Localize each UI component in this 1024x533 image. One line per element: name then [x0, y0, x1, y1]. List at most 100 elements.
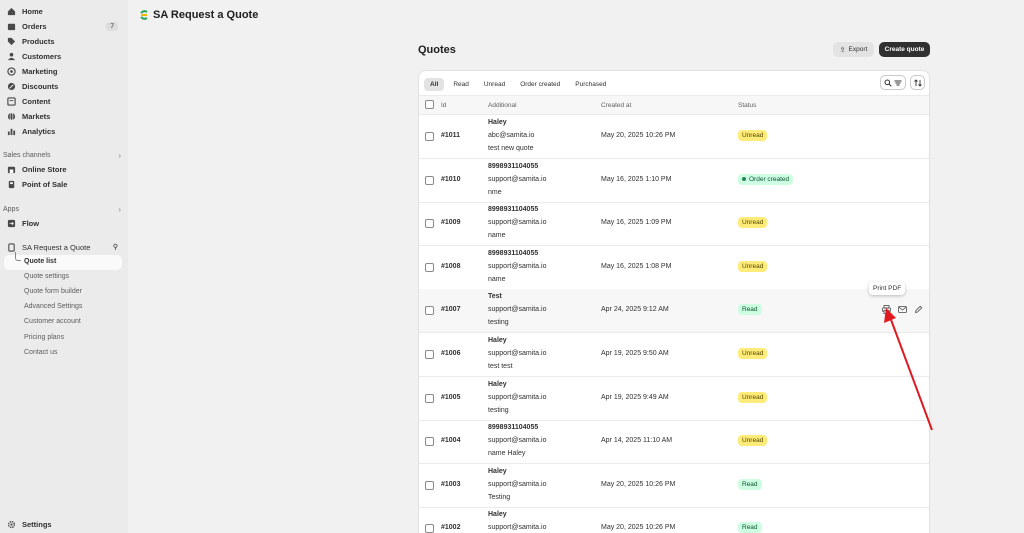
quote-id[interactable]: #1002	[441, 524, 460, 531]
content-icon	[6, 97, 16, 107]
sidebar-item-home[interactable]: Home	[6, 4, 122, 18]
quote-email: support@samita.io	[488, 350, 547, 357]
row-checkbox[interactable]	[425, 262, 434, 272]
status-badge: Order created	[738, 173, 794, 185]
quote-id[interactable]: #1008	[441, 263, 460, 270]
quote-message: name Haley	[488, 450, 526, 458]
quote-email: support@samita.io	[488, 480, 547, 488]
table-row[interactable]: #1008 8998931104055 support@samita.io name M…	[419, 246, 929, 290]
sales-channels-label: Sales channels	[3, 152, 51, 159]
export-button[interactable]: ⇪ Export	[833, 42, 874, 57]
quote-id[interactable]: #1011	[441, 132, 460, 139]
tab-read[interactable]: Read	[447, 78, 475, 91]
select-all-checkbox[interactable]	[425, 100, 434, 109]
sidebar-subitem-contact-us[interactable]: Contact us	[24, 349, 57, 356]
table-row[interactable]: #1002 Haley support@samita.io May 20, 2025 …	[419, 507, 929, 533]
row-checkbox[interactable]	[425, 437, 434, 447]
column-header-id[interactable]: Id	[441, 102, 446, 109]
sidebar-item-orders[interactable]: Orders 7	[6, 19, 122, 33]
row-checkbox[interactable]	[425, 175, 434, 185]
sidebar-item-settings[interactable]: Settings	[6, 517, 122, 531]
export-icon: ⇪	[839, 46, 846, 54]
table-row[interactable]: #1007 Test support@samita.io testing Apr 24,…	[419, 289, 929, 334]
column-header-created-at[interactable]: Created at	[601, 102, 631, 109]
quote-email: support@samita.io	[488, 437, 547, 445]
row-checkbox[interactable]	[425, 480, 434, 490]
sidebar-subitem-quote-form-builder[interactable]: Quote form builder	[24, 288, 82, 295]
sidebar-item-online-store[interactable]: Online Store	[6, 162, 122, 176]
status-badge: Unread	[738, 435, 768, 447]
sales-channels-header[interactable]: Sales channels ›	[3, 151, 121, 160]
quotes-table-card: All Read Unread Order created Purchased Id A…	[418, 70, 930, 533]
sidebar: Home Orders 7 Products Customers Marketing Dis…	[0, 0, 128, 533]
sidebar-subitem-pricing-plans[interactable]: Pricing plans	[24, 334, 64, 341]
sidebar-item-products[interactable]: Products	[6, 34, 122, 48]
row-checkbox[interactable]	[425, 132, 434, 141]
sidebar-subitem-customer-account[interactable]: Customer account	[24, 318, 81, 325]
pos-icon	[6, 179, 16, 189]
tag-icon	[6, 36, 16, 46]
table-row[interactable]: #1011 Haley abc@samita.io test new quote May…	[419, 115, 929, 159]
quote-message: name	[488, 232, 506, 240]
sidebar-subitem-advanced-settings[interactable]: Advanced Settings	[24, 303, 82, 310]
sidebar-item-analytics[interactable]: Analytics	[6, 125, 122, 139]
sidebar-app-sa-request-a-quote[interactable]: SA Request a Quote ⚲	[6, 240, 122, 254]
sidebar-subitem-quote-settings[interactable]: Quote settings	[24, 273, 69, 280]
status-label: Unread	[742, 262, 764, 270]
status-dot-icon	[742, 177, 746, 182]
tab-unread[interactable]: Unread	[478, 78, 511, 91]
sort-button[interactable]	[910, 75, 925, 90]
create-quote-button[interactable]: Create quote	[879, 42, 930, 57]
sidebar-item-customers[interactable]: Customers	[6, 49, 122, 63]
table-row[interactable]: #1009 8998931104055 support@samita.io name M…	[419, 202, 929, 247]
row-checkbox[interactable]	[425, 524, 434, 533]
tab-all[interactable]: All	[424, 77, 445, 91]
quote-id[interactable]: #1007	[441, 306, 460, 313]
apps-header[interactable]: Apps ›	[3, 205, 121, 214]
quote-created-at: May 16, 2025 1:09 PM	[601, 219, 672, 227]
quote-id[interactable]: #1009	[441, 219, 460, 226]
quote-id[interactable]: #1004	[441, 437, 460, 444]
quote-id[interactable]: #1006	[441, 350, 460, 357]
sidebar-item-point-of-sale[interactable]: Point of Sale	[6, 177, 122, 191]
table-row[interactable]: #1003 Haley support@samita.io Testing May 20…	[419, 464, 929, 508]
row-checkbox[interactable]	[425, 350, 434, 359]
status-label: Unread	[742, 437, 764, 445]
quote-id[interactable]: #1003	[441, 481, 460, 488]
tab-purchased[interactable]: Purchased	[569, 78, 612, 91]
quote-email: abc@samita.io	[488, 132, 535, 139]
tab-order-created[interactable]: Order created	[514, 78, 566, 91]
sidebar-item-flow[interactable]: Flow	[6, 216, 122, 230]
quote-customer-name: Haley	[488, 511, 507, 519]
chevron-right-icon: ›	[118, 151, 121, 160]
quote-customer-name: Haley	[488, 380, 507, 388]
sidebar-item-marketing[interactable]: Marketing	[6, 64, 122, 78]
table-row[interactable]: #1010 8998931104055 support@samita.io nme Ma…	[419, 159, 929, 203]
table-row[interactable]: #1004 8998931104055 support@samita.io name …	[419, 420, 929, 465]
search-filter-button[interactable]	[880, 75, 906, 90]
quote-email: support@samita.io	[488, 175, 547, 183]
table-row[interactable]: #1005 Haley support@samita.io testing Apr 19…	[419, 377, 929, 421]
row-checkbox[interactable]	[425, 306, 434, 316]
person-icon	[6, 51, 16, 61]
quote-message: test test	[488, 363, 513, 370]
sidebar-item-discounts[interactable]: Discounts	[6, 80, 122, 94]
pin-icon[interactable]: ⚲	[113, 243, 118, 251]
orders-count-badge: 7	[106, 21, 118, 31]
row-checkbox[interactable]	[425, 393, 434, 403]
status-label: Order created	[749, 175, 790, 183]
table-header: Id Additional Created at Status	[419, 95, 929, 115]
discount-icon	[6, 82, 16, 92]
sidebar-item-content[interactable]: Content	[6, 95, 122, 109]
quote-message: testing	[488, 406, 509, 414]
orders-icon	[6, 21, 16, 31]
sidebar-item-markets[interactable]: Markets	[6, 110, 122, 124]
status-badge: Read	[738, 478, 762, 490]
quote-id[interactable]: #1005	[441, 394, 460, 401]
page-title: Quotes	[418, 44, 456, 56]
row-checkbox[interactable]	[425, 219, 434, 229]
table-row[interactable]: #1006 Haley support@samita.io test test Apr …	[419, 333, 929, 377]
quote-message: Testing	[488, 493, 511, 501]
sidebar-subitem-quote-list[interactable]: Quote list	[24, 258, 56, 265]
quote-id[interactable]: #1010	[441, 176, 460, 183]
